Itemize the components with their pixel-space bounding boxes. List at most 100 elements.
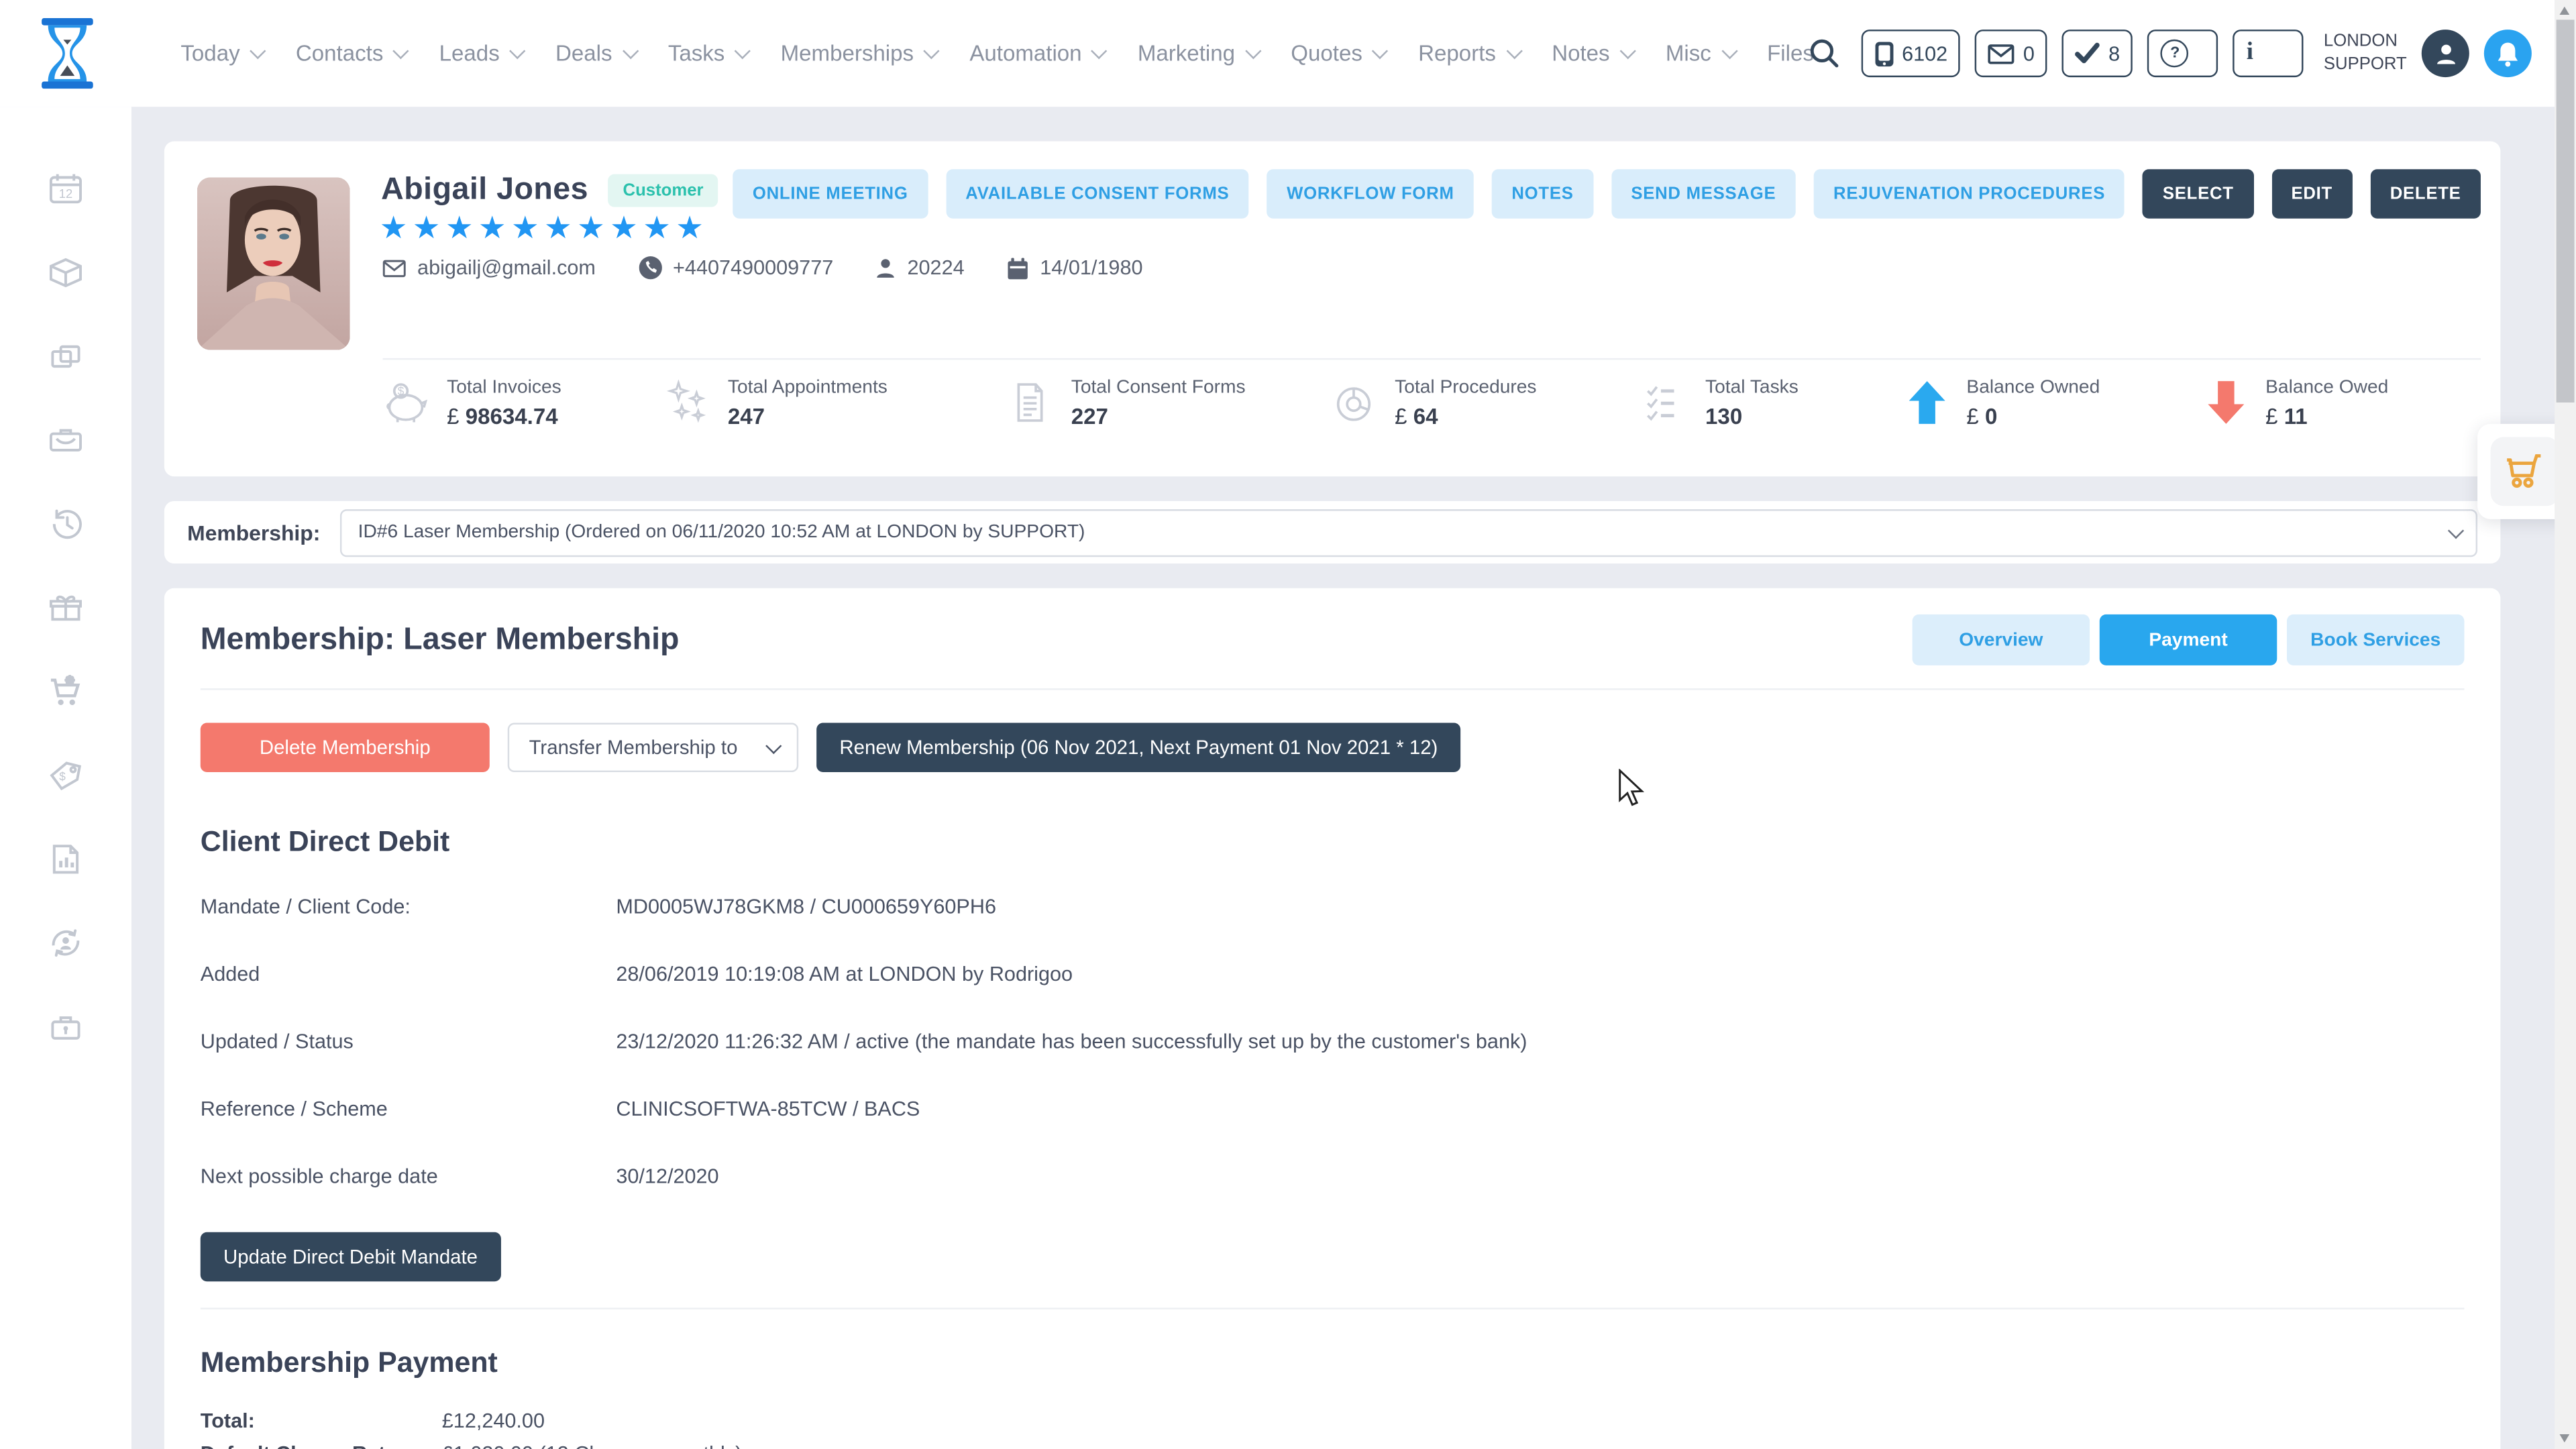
notes-button[interactable]: NOTES <box>1492 169 1593 218</box>
client-id-value: 20224 <box>907 256 964 279</box>
stat-label: Total Invoices <box>447 378 561 397</box>
person-sync-icon[interactable] <box>46 923 86 963</box>
scroll-down-arrow-icon[interactable] <box>2560 1434 2570 1442</box>
tasks-counter-button[interactable]: 8 <box>2063 30 2133 77</box>
tab-payment[interactable]: Payment <box>2100 614 2277 665</box>
mail-counter-button[interactable]: 0 <box>1976 30 2048 77</box>
gift-icon[interactable] <box>46 588 86 628</box>
dd-label: Reference / Scheme <box>201 1097 616 1120</box>
phone-counter-button[interactable]: 6102 <box>1861 30 1961 77</box>
nav-label: Quotes <box>1291 41 1362 66</box>
available-consent-forms-button[interactable]: AVAILABLE CONSENT FORMS <box>946 169 1249 218</box>
nav-quotes[interactable]: Quotes <box>1291 41 1383 66</box>
stats-row: $ Total Invoices £ 98634.74 Total Appoin… <box>383 378 2481 429</box>
mobile-phone-icon <box>1874 40 1893 66</box>
svg-text:12: 12 <box>59 186 72 201</box>
copy-pages-icon[interactable] <box>46 337 86 376</box>
info-button[interactable]: i <box>2233 30 2304 77</box>
nav-automation[interactable]: Automation <box>969 41 1103 66</box>
question-mark-icon: ? <box>2161 40 2189 68</box>
report-document-icon[interactable] <box>46 839 86 879</box>
mail-count: 0 <box>2023 42 2035 64</box>
tab-book-services[interactable]: Book Services <box>2287 614 2464 665</box>
membership-select[interactable]: ID#6 Laser Membership (Ordered on 06/11/… <box>340 508 2477 556</box>
workflow-form-button[interactable]: WORKFLOW FORM <box>1267 169 1474 218</box>
app-logo-hourglass-icon[interactable] <box>40 18 95 89</box>
search-icon[interactable] <box>1808 38 1839 69</box>
email-value: abigailj@gmail.com <box>417 256 596 279</box>
direct-debit-heading: Client Direct Debit <box>201 824 2465 859</box>
dd-row-next-charge-date: Next possible charge date 30/12/2020 <box>201 1165 2465 1187</box>
chevron-down-icon <box>1091 43 1108 59</box>
history-icon[interactable] <box>46 504 86 544</box>
nav-contacts[interactable]: Contacts <box>296 41 405 66</box>
cart-gear-icon[interactable] <box>46 672 86 712</box>
vertical-scrollbar[interactable] <box>2555 0 2576 1449</box>
scroll-up-arrow-icon[interactable] <box>2560 7 2570 15</box>
nav-marketing[interactable]: Marketing <box>1138 41 1256 66</box>
edit-button[interactable]: EDIT <box>2271 169 2352 218</box>
svg-text:$: $ <box>398 384 405 398</box>
arrow-down-icon <box>2205 380 2248 426</box>
stat-label: Balance Owned <box>1966 378 2100 397</box>
nav-reports[interactable]: Reports <box>1418 41 1517 66</box>
chevron-down-icon <box>765 737 782 753</box>
nav-leads[interactable]: Leads <box>439 41 521 66</box>
stat-value: 227 <box>1071 404 1108 429</box>
help-button[interactable]: ? <box>2148 30 2218 77</box>
nav-deals[interactable]: Deals <box>555 41 633 66</box>
chevron-down-icon <box>924 43 940 59</box>
stat-label: Total Appointments <box>728 378 888 397</box>
client-id-item[interactable]: 20224 <box>876 256 965 279</box>
calendar-icon[interactable]: 12 <box>46 169 86 209</box>
payment-label: Total: <box>201 1409 442 1432</box>
send-message-button[interactable]: SEND MESSAGE <box>1611 169 1796 218</box>
update-direct-debit-button[interactable]: Update Direct Debit Mandate <box>201 1232 501 1281</box>
payment-rows: Total: £12,240.00 Default Charge Rate: £… <box>201 1409 2465 1449</box>
scrollbar-thumb[interactable] <box>2557 19 2575 402</box>
rating-stars-icon[interactable]: ★★★★★★★★★★ <box>380 210 709 248</box>
chevron-down-icon <box>250 43 266 59</box>
birth-date-item[interactable]: 14/01/1980 <box>1007 256 1142 279</box>
cart-button-background <box>2491 437 2560 506</box>
renew-membership-button[interactable]: Renew Membership (06 Nov 2021, Next Paym… <box>816 723 1460 772</box>
nav-memberships[interactable]: Memberships <box>781 41 935 66</box>
nav-notes[interactable]: Notes <box>1552 41 1631 66</box>
transfer-membership-select[interactable]: Transfer Membership to <box>508 723 798 772</box>
money-case-icon[interactable] <box>46 421 86 460</box>
chevron-down-icon <box>393 43 409 59</box>
user-avatar[interactable] <box>2422 30 2469 77</box>
select-button[interactable]: SELECT <box>2143 169 2253 218</box>
package-icon[interactable] <box>46 253 86 292</box>
online-meeting-button[interactable]: ONLINE MEETING <box>733 169 928 218</box>
tab-overview[interactable]: Overview <box>1913 614 2090 665</box>
notifications-button[interactable] <box>2484 30 2532 77</box>
payment-row-total: Total: £12,240.00 <box>201 1409 2465 1432</box>
left-sidebar: 12 $ <box>0 107 131 1449</box>
arrow-up-icon <box>1906 380 1949 426</box>
sparkles-icon <box>663 380 710 426</box>
dd-value: 30/12/2020 <box>616 1165 718 1187</box>
dd-value: CLINICSOFTWA-85TCW / BACS <box>616 1097 920 1120</box>
dd-label: Updated / Status <box>201 1030 616 1053</box>
stat-balance-owed: Balance Owed £ 11 <box>2205 378 2481 429</box>
delete-button[interactable]: DELETE <box>2370 169 2481 218</box>
payment-value: £1,020.00 (12 Charges, monthly) <box>442 1442 743 1449</box>
security-case-icon[interactable] <box>46 1007 86 1046</box>
email-item[interactable]: abigailj@gmail.com <box>383 256 596 279</box>
nav-misc[interactable]: Misc <box>1666 41 1733 66</box>
profile-actions: ONLINE MEETING AVAILABLE CONSENT FORMS W… <box>733 169 2480 218</box>
nav-tasks[interactable]: Tasks <box>668 41 746 66</box>
dd-label: Mandate / Client Code: <box>201 896 616 918</box>
nav-label: Misc <box>1666 41 1711 66</box>
customer-photo[interactable] <box>197 177 350 350</box>
price-tag-icon[interactable]: $ <box>46 756 86 796</box>
nav-files[interactable]: Files <box>1767 41 1814 66</box>
topbar-right-cluster: 6102 0 8 ? i LONDON <box>1808 0 2531 107</box>
phone-icon <box>639 256 661 279</box>
nav-today[interactable]: Today <box>180 41 261 66</box>
rejuvenation-procedures-button[interactable]: REJUVENATION PROCEDURES <box>1814 169 2125 218</box>
delete-membership-button[interactable]: Delete Membership <box>201 723 490 772</box>
phone-item[interactable]: +4407490009777 <box>639 256 834 279</box>
task-count: 8 <box>2108 42 2120 64</box>
